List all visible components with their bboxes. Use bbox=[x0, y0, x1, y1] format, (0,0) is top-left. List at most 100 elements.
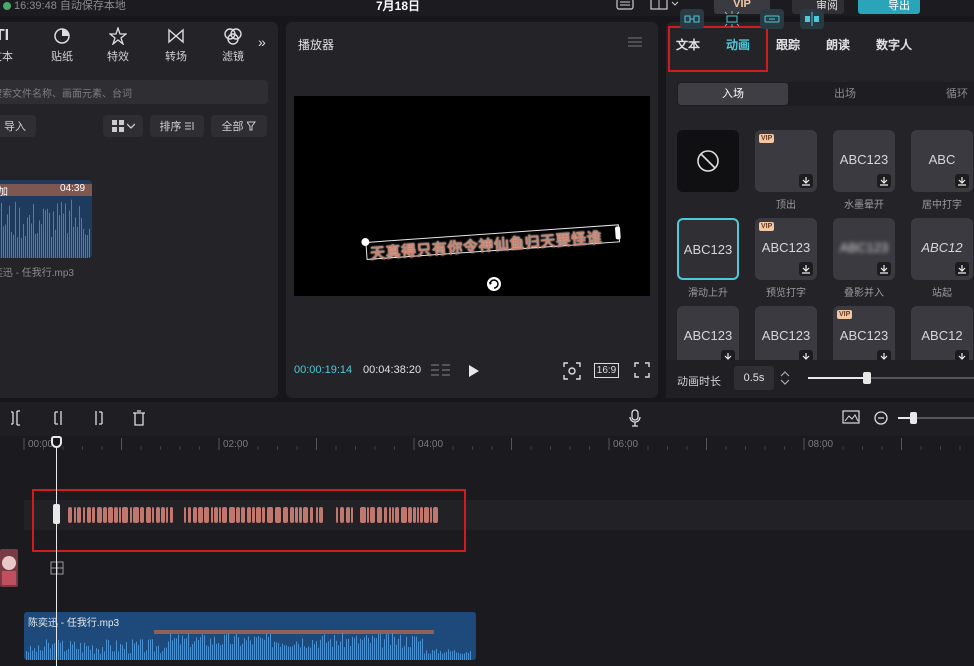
import-button[interactable]: 导入 bbox=[0, 115, 36, 137]
zoom-out-icon[interactable] bbox=[874, 411, 888, 425]
text-tool-icon: TI bbox=[0, 27, 10, 44]
animation-preset[interactable]: ABC123 bbox=[677, 218, 739, 280]
duration-stepper-icon[interactable] bbox=[780, 371, 790, 385]
check-icon bbox=[2, 1, 12, 11]
ruler-label: 00:00 bbox=[28, 439, 54, 450]
tab-3[interactable]: 朗读 bbox=[826, 36, 850, 53]
animation-preset[interactable] bbox=[677, 130, 739, 192]
trim-left-icon[interactable] bbox=[52, 410, 66, 426]
audio-clip[interactable]: 陈奕迅 - 任我行.mp3 bbox=[24, 612, 476, 660]
delete-icon[interactable] bbox=[132, 410, 146, 426]
filter-icon bbox=[211, 26, 255, 46]
linkage-icon[interactable] bbox=[760, 9, 784, 29]
project-title[interactable]: 7月18日 bbox=[376, 0, 420, 14]
current-time: 00:00:19:14 bbox=[294, 364, 353, 376]
video-canvas[interactable] bbox=[294, 96, 650, 296]
preset-preview-text: ABC123 bbox=[839, 152, 889, 167]
more-tools-icon[interactable]: » bbox=[258, 34, 266, 50]
download-icon[interactable] bbox=[799, 174, 813, 188]
animation-preset[interactable]: ABC123 VIP bbox=[833, 306, 895, 368]
tool-label: 贴纸 bbox=[51, 51, 73, 63]
split-icon[interactable] bbox=[10, 410, 24, 426]
tool-label: 特效 bbox=[107, 51, 129, 63]
resize-handle[interactable] bbox=[614, 226, 621, 240]
autosave-status: 16:39:48 自动保存本地 bbox=[14, 0, 126, 12]
search-input[interactable]: 搜索文件名称、画面元素、台词 bbox=[0, 80, 268, 104]
tab-2[interactable]: 跟踪 bbox=[776, 36, 800, 53]
export-label: 导出 bbox=[888, 0, 910, 12]
duration-input[interactable]: 0.5s bbox=[734, 366, 774, 390]
tool-label: 转场 bbox=[165, 51, 187, 63]
tool-text[interactable]: TI 文本 bbox=[0, 26, 24, 64]
player-title: 播放器 bbox=[298, 38, 335, 52]
preview-image-icon[interactable] bbox=[842, 410, 860, 424]
layout-icon[interactable] bbox=[650, 0, 680, 10]
menu-icon[interactable] bbox=[628, 36, 642, 48]
effects-icon bbox=[96, 26, 140, 46]
zoom-slider[interactable] bbox=[898, 412, 974, 424]
chevron-down-icon bbox=[126, 123, 135, 129]
preset-preview-text: ABC123 bbox=[761, 240, 811, 255]
clip-start-handle[interactable] bbox=[53, 504, 60, 524]
download-icon[interactable] bbox=[877, 174, 891, 188]
playhead-handle[interactable] bbox=[51, 436, 62, 448]
trim-right-icon[interactable] bbox=[92, 410, 106, 426]
playhead[interactable] bbox=[56, 438, 57, 666]
animation-preset[interactable]: ABC12 bbox=[911, 218, 973, 280]
download-icon[interactable] bbox=[877, 262, 891, 276]
screenshot-icon[interactable] bbox=[563, 362, 581, 380]
media-fragment: 加 bbox=[0, 187, 8, 198]
view-toggle-button[interactable] bbox=[103, 115, 143, 137]
keyboard-icon[interactable] bbox=[616, 0, 634, 10]
vip-badge: VIP bbox=[759, 134, 775, 143]
duration-slider[interactable] bbox=[808, 372, 974, 384]
rotate-icon[interactable] bbox=[486, 276, 502, 292]
animation-preset[interactable]: ABC bbox=[911, 130, 973, 192]
preset-label: 居中打字 bbox=[922, 200, 962, 211]
tool-filter[interactable]: 滤镜 bbox=[211, 26, 255, 64]
export-button[interactable]: 导出 bbox=[858, 0, 920, 14]
animation-preset[interactable]: ABC123 bbox=[833, 218, 895, 280]
tool-effects[interactable]: 特效 bbox=[96, 26, 140, 64]
tool-transition[interactable]: 转场 bbox=[154, 26, 198, 64]
download-icon[interactable] bbox=[799, 262, 813, 276]
animation-preset[interactable]: ABC123 bbox=[677, 306, 739, 368]
preview-axis-icon[interactable] bbox=[800, 9, 824, 29]
duration-label: 动画时长 bbox=[677, 376, 721, 388]
magnet-icon[interactable] bbox=[720, 9, 744, 29]
vip-badge: VIP bbox=[837, 310, 853, 319]
slider-thumb[interactable] bbox=[862, 372, 871, 384]
subtab-out[interactable]: 出场 bbox=[790, 83, 900, 105]
preset-label: 水墨晕开 bbox=[844, 200, 884, 211]
tool-label: 滤镜 bbox=[222, 51, 244, 63]
download-icon[interactable] bbox=[955, 262, 969, 276]
preset-label: 顶出 bbox=[776, 200, 796, 211]
timecode-grid-icon[interactable] bbox=[431, 363, 453, 377]
download-icon[interactable] bbox=[955, 174, 969, 188]
cover-icon[interactable] bbox=[50, 561, 64, 575]
tool-sticker[interactable]: 贴纸 bbox=[40, 26, 84, 64]
link-icon[interactable] bbox=[680, 9, 704, 29]
microphone-icon[interactable] bbox=[629, 409, 641, 427]
audio-clip-name: 陈奕迅 - 任我行.mp3 bbox=[28, 618, 120, 629]
animation-preset[interactable]: ABC123 bbox=[833, 130, 895, 192]
animation-preset[interactable]: VIP bbox=[755, 130, 817, 192]
animation-preset[interactable]: ABC123 bbox=[755, 306, 817, 368]
video-track-thumbnail[interactable] bbox=[0, 549, 18, 587]
preset-preview-text: ABC12 bbox=[921, 240, 963, 255]
aspect-ratio-button[interactable]: 16:9 bbox=[594, 363, 619, 378]
animation-preset[interactable]: ABC12 bbox=[911, 306, 973, 368]
funnel-icon bbox=[246, 121, 257, 131]
media-card[interactable]: 加 04:39 bbox=[0, 180, 92, 258]
sort-button[interactable]: 排序 bbox=[150, 115, 204, 137]
subtab-in[interactable]: 入场 bbox=[678, 83, 788, 105]
slider-thumb[interactable] bbox=[910, 412, 918, 424]
animation-preset[interactable]: ABC123 VIP bbox=[755, 218, 817, 280]
fullscreen-icon[interactable] bbox=[634, 362, 650, 378]
preset-preview-text: ABC123 bbox=[839, 328, 889, 343]
filter-all-button[interactable]: 全部 bbox=[211, 115, 267, 137]
tab-4[interactable]: 数字人 bbox=[876, 36, 912, 53]
play-icon[interactable] bbox=[468, 364, 480, 378]
preset-preview-text: ABC bbox=[928, 152, 956, 167]
subtab-loop[interactable]: 循环 bbox=[920, 83, 974, 105]
